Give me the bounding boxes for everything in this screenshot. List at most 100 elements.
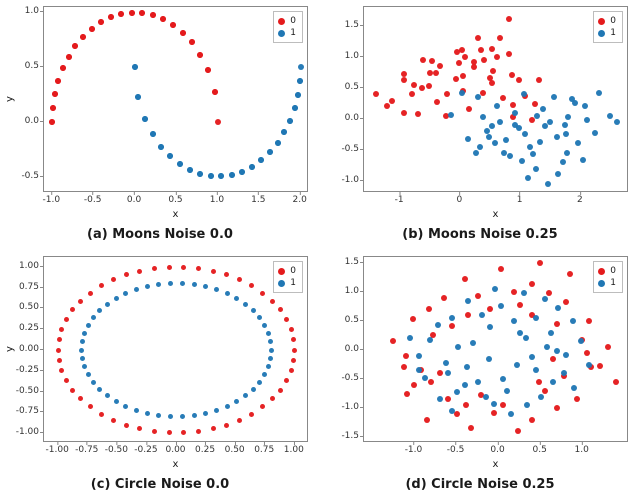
data-point (437, 396, 443, 402)
data-point (582, 103, 588, 109)
data-point (584, 117, 590, 123)
xtick-label: 0.00 (165, 445, 185, 455)
data-point (504, 388, 510, 394)
data-point (544, 344, 550, 350)
data-point (410, 316, 416, 322)
data-point (97, 308, 102, 313)
xtick-label: 0.50 (225, 445, 245, 455)
data-point (224, 272, 229, 277)
ytick-label: 1.5 (345, 257, 359, 267)
data-point (243, 302, 248, 307)
data-point (492, 286, 498, 292)
ytick-label: -0.75 (16, 406, 39, 416)
data-point (260, 291, 265, 296)
data-point (564, 150, 570, 156)
data-point (465, 312, 471, 318)
data-point (145, 411, 150, 416)
xtick-label: 1 (517, 195, 523, 205)
subplot-b-axes-wrap: -1012 -1.0-0.50.00.51.01.5 x 0 1 (363, 6, 628, 192)
data-point (98, 19, 104, 25)
data-point (105, 393, 110, 398)
xtick-label: -1.00 (46, 445, 69, 455)
data-point (550, 356, 556, 362)
xtick-label: 1.0 (575, 445, 589, 455)
subplot-d-legend: 0 1 (593, 261, 623, 293)
data-point (462, 54, 468, 60)
data-point (533, 367, 539, 373)
data-point (134, 408, 139, 413)
data-point (563, 299, 569, 305)
legend-row-1: 1 (278, 27, 296, 39)
data-point (510, 102, 516, 108)
data-point (239, 169, 245, 175)
data-point (97, 387, 102, 392)
data-point (72, 43, 78, 49)
data-point (468, 425, 474, 431)
data-point (516, 77, 522, 83)
ytick-label: 1.5 (345, 20, 359, 30)
data-point (257, 315, 262, 320)
data-point (571, 385, 577, 391)
data-point (152, 266, 157, 271)
data-point (214, 408, 219, 413)
data-point (607, 113, 613, 119)
data-point (170, 22, 176, 28)
ytick-label: -0.5 (341, 144, 359, 154)
data-point (554, 348, 560, 354)
ytick-label: -0.50 (16, 386, 39, 396)
data-point (281, 129, 287, 135)
data-point (403, 353, 409, 359)
data-point (508, 411, 514, 417)
data-point (132, 64, 138, 70)
legend-row-1: 1 (598, 27, 616, 39)
data-point (487, 324, 493, 330)
data-point (521, 290, 527, 296)
data-point (554, 405, 560, 411)
data-point (401, 110, 407, 116)
ytick-label: -0.5 (21, 171, 39, 181)
data-point (150, 131, 156, 137)
data-point (373, 91, 379, 97)
legend-label-1: 1 (290, 27, 296, 39)
data-point (180, 281, 185, 286)
ytick-label: 1.0 (25, 6, 39, 16)
data-point (150, 12, 156, 18)
data-point (292, 105, 298, 111)
data-point (435, 322, 441, 328)
data-point (470, 340, 476, 346)
subplot-c-axes-wrap: -1.00-0.75-0.50-0.250.000.250.500.751.00… (43, 256, 308, 442)
data-point (70, 307, 75, 312)
data-point (453, 76, 459, 82)
xtick-label: 0.0 (127, 195, 141, 205)
data-point (168, 281, 173, 286)
xtick-label: 1.00 (284, 445, 304, 455)
data-point (416, 353, 422, 359)
legend-dot-blue-icon (598, 280, 605, 287)
data-point (167, 265, 172, 270)
subplot-c-xlabel: x (43, 459, 308, 470)
data-point (404, 391, 410, 397)
data-point (570, 318, 576, 324)
legend-label-0: 0 (290, 15, 296, 27)
data-point (519, 158, 525, 164)
data-point (548, 330, 554, 336)
data-point (554, 321, 560, 327)
ytick-label: 0.00 (19, 344, 39, 354)
data-point (291, 337, 296, 342)
data-point (55, 78, 61, 84)
data-point (214, 287, 219, 292)
data-point (64, 317, 69, 322)
xtick-label: 0.0 (490, 445, 504, 455)
subplot-a-ylabel: y (4, 96, 15, 102)
data-point (427, 70, 433, 76)
data-point (291, 358, 296, 363)
data-point (480, 114, 486, 120)
data-point (445, 370, 451, 376)
ytick-label: 0.25 (19, 323, 39, 333)
subplot-c-legend: 0 1 (273, 261, 303, 293)
ytick-label: 1.0 (345, 286, 359, 296)
data-point (181, 430, 186, 435)
data-point (596, 90, 602, 96)
subplot-b-axes (363, 6, 628, 192)
xtick-label: 0.5 (168, 195, 182, 205)
